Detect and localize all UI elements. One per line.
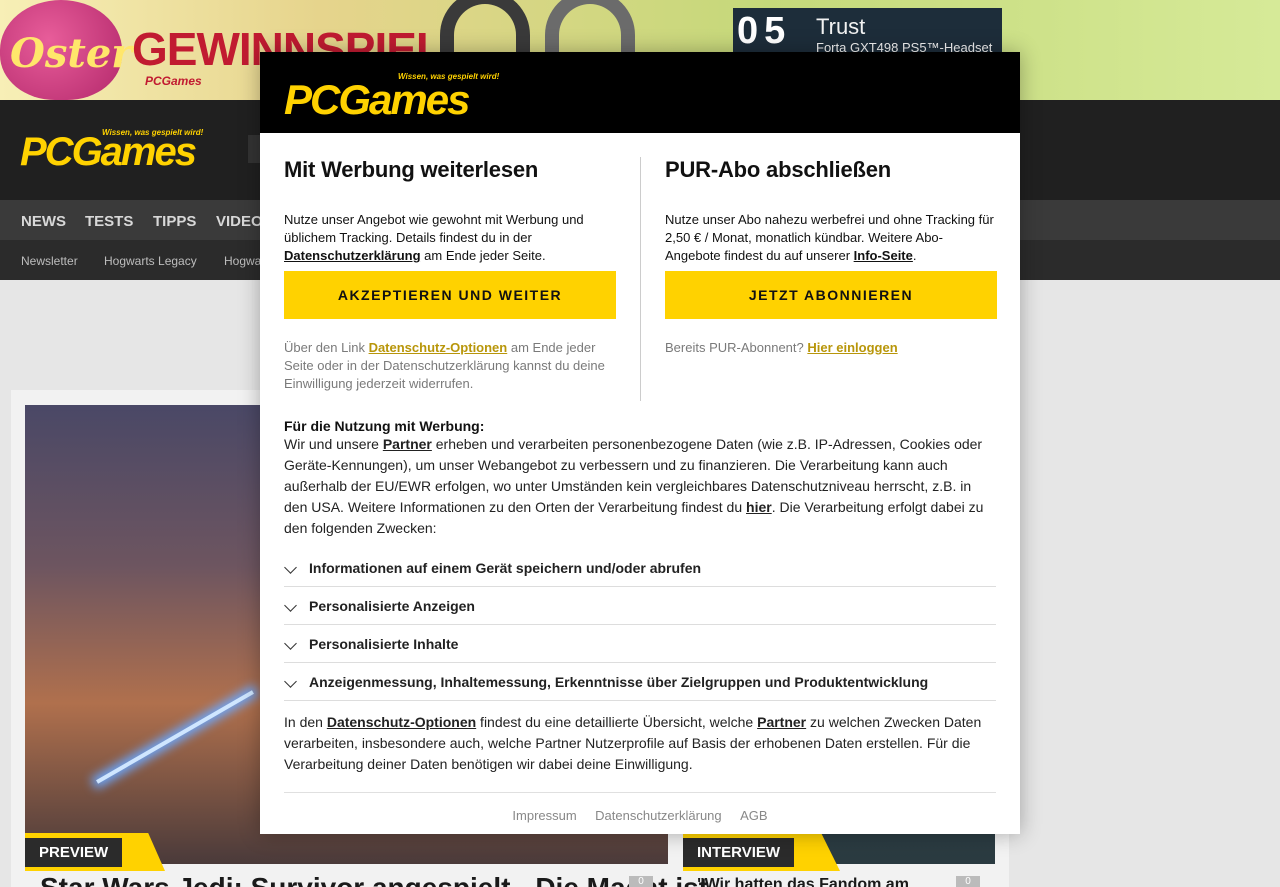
footer-link-impressum[interactable]: Impressum bbox=[512, 808, 576, 823]
here-link[interactable]: hier bbox=[746, 499, 772, 515]
consent-paragraph: Wir und unsere Partner erheben und verar… bbox=[284, 436, 984, 536]
modal-logo: PCGames bbox=[284, 76, 470, 123]
purpose-label: Personalisierte Inhalte bbox=[309, 636, 459, 652]
accept-and-continue-button[interactable]: AKZEPTIEREN UND WEITER bbox=[284, 271, 616, 319]
subnav-item-newsletter[interactable]: Newsletter bbox=[21, 254, 78, 268]
revoke-consent-note: Über den Link Datenschutz-Optionen am En… bbox=[284, 340, 605, 391]
purpose-label: Informationen auf einem Gerät speichern … bbox=[309, 560, 702, 576]
modal-footer: Impressum Datenschutzerklärung AGB bbox=[284, 792, 996, 825]
chevron-down-icon bbox=[284, 599, 297, 612]
comment-count-badge: 0 bbox=[629, 876, 653, 887]
chevron-down-icon bbox=[284, 637, 297, 650]
partner-link[interactable]: Partner bbox=[383, 436, 432, 452]
chevron-down-icon bbox=[284, 675, 297, 688]
purpose-label: Personalisierte Anzeigen bbox=[309, 598, 475, 614]
hero-article-title[interactable]: Star Wars Jedi: Survivor angespielt - Di… bbox=[40, 872, 708, 887]
preview-tag-label: PREVIEW bbox=[25, 838, 123, 867]
pur-abo-title: PUR-Abo abschließen bbox=[665, 157, 892, 182]
nav-item-tests[interactable]: TESTS bbox=[85, 213, 133, 230]
privacy-options-link[interactable]: Datenschutz-Optionen bbox=[327, 714, 476, 730]
consent-text: Für die Nutzung mit Werbung: Wir und uns… bbox=[284, 418, 996, 539]
subnav-item-hogwarts[interactable]: Hogwa bbox=[224, 254, 261, 268]
consent-heading: Für die Nutzung mit Werbung: bbox=[284, 418, 485, 434]
site-logo[interactable]: PCGames Wissen, was gespielt wird! bbox=[20, 128, 203, 175]
login-link[interactable]: Hier einloggen bbox=[807, 340, 897, 355]
lightsaber-graphic bbox=[96, 690, 254, 784]
interview-tag: INTERVIEW bbox=[683, 833, 840, 871]
pur-abo-description: Nutze unser Abo nahezu werbefrei und ohn… bbox=[665, 212, 994, 263]
ads-option-title: Mit Werbung weiterlesen bbox=[284, 157, 539, 182]
purpose-label: Anzeigenmessung, Inhaltemessung, Erkennt… bbox=[309, 674, 929, 690]
pur-abo-column: PUR-Abo abschließen Nutze unser Abo nahe… bbox=[665, 157, 997, 357]
purpose-item[interactable]: Personalisierte Inhalte bbox=[284, 625, 996, 663]
ad-trust-number: 05 bbox=[737, 10, 792, 52]
column-divider bbox=[640, 157, 641, 401]
ad-sub-logo: PCGames bbox=[145, 74, 202, 88]
ads-option-column: Mit Werbung weiterlesen Nutze unser Ange… bbox=[284, 157, 616, 393]
nav-item-video[interactable]: VIDEO bbox=[216, 213, 263, 230]
privacy-options-link[interactable]: Datenschutz-Optionen bbox=[369, 340, 508, 355]
comment-count-badge: 0 bbox=[956, 876, 980, 887]
site-logo-tagline: Wissen, was gespielt wird! bbox=[102, 128, 204, 137]
footer-link-agb[interactable]: AGB bbox=[740, 808, 767, 823]
purpose-item[interactable]: Personalisierte Anzeigen bbox=[284, 587, 996, 625]
partner-link[interactable]: Partner bbox=[757, 714, 806, 730]
purpose-item[interactable]: Informationen auf einem Gerät speichern … bbox=[284, 549, 996, 587]
purpose-list: Informationen auf einem Gerät speichern … bbox=[284, 549, 996, 701]
footer-link-privacy[interactable]: Datenschutzerklärung bbox=[595, 808, 721, 823]
privacy-policy-link[interactable]: Datenschutzerklärung bbox=[284, 248, 421, 263]
chevron-down-icon bbox=[284, 561, 297, 574]
ad-trust-box: 05 Trust Forta GXT498 PS5™-Headset bbox=[733, 8, 1002, 56]
purpose-item[interactable]: Anzeigenmessung, Inhaltemessung, Erkennt… bbox=[284, 663, 996, 701]
ads-option-description: Nutze unser Angebot wie gewohnt mit Werb… bbox=[284, 212, 584, 263]
ad-trust-brand: Trust bbox=[816, 14, 866, 39]
modal-header: PCGames Wissen, was gespielt wird! bbox=[260, 52, 1020, 133]
consent-modal: PCGames Wissen, was gespielt wird! Mit W… bbox=[260, 52, 1020, 834]
nav-item-news[interactable]: NEWS bbox=[21, 213, 66, 230]
ad-egg-text: Oster bbox=[10, 30, 133, 77]
nav-item-tipps[interactable]: TIPPS bbox=[153, 213, 196, 230]
info-page-link[interactable]: Info-Seite bbox=[854, 248, 913, 263]
modal-logo-tagline: Wissen, was gespielt wird! bbox=[398, 72, 500, 81]
side-article-title[interactable]: "Wir hatten das Fandom am bbox=[697, 876, 909, 887]
login-note: Bereits PUR-Abonnent? Hier einloggen bbox=[665, 340, 898, 355]
preview-tag: PREVIEW bbox=[25, 833, 165, 871]
subnav-item-hogwarts-legacy[interactable]: Hogwarts Legacy bbox=[104, 254, 197, 268]
subscribe-now-button[interactable]: JETZT ABONNIEREN bbox=[665, 271, 997, 319]
privacy-options-paragraph: In den Datenschutz-Optionen findest du e… bbox=[284, 714, 982, 772]
interview-tag-label: INTERVIEW bbox=[683, 838, 795, 867]
